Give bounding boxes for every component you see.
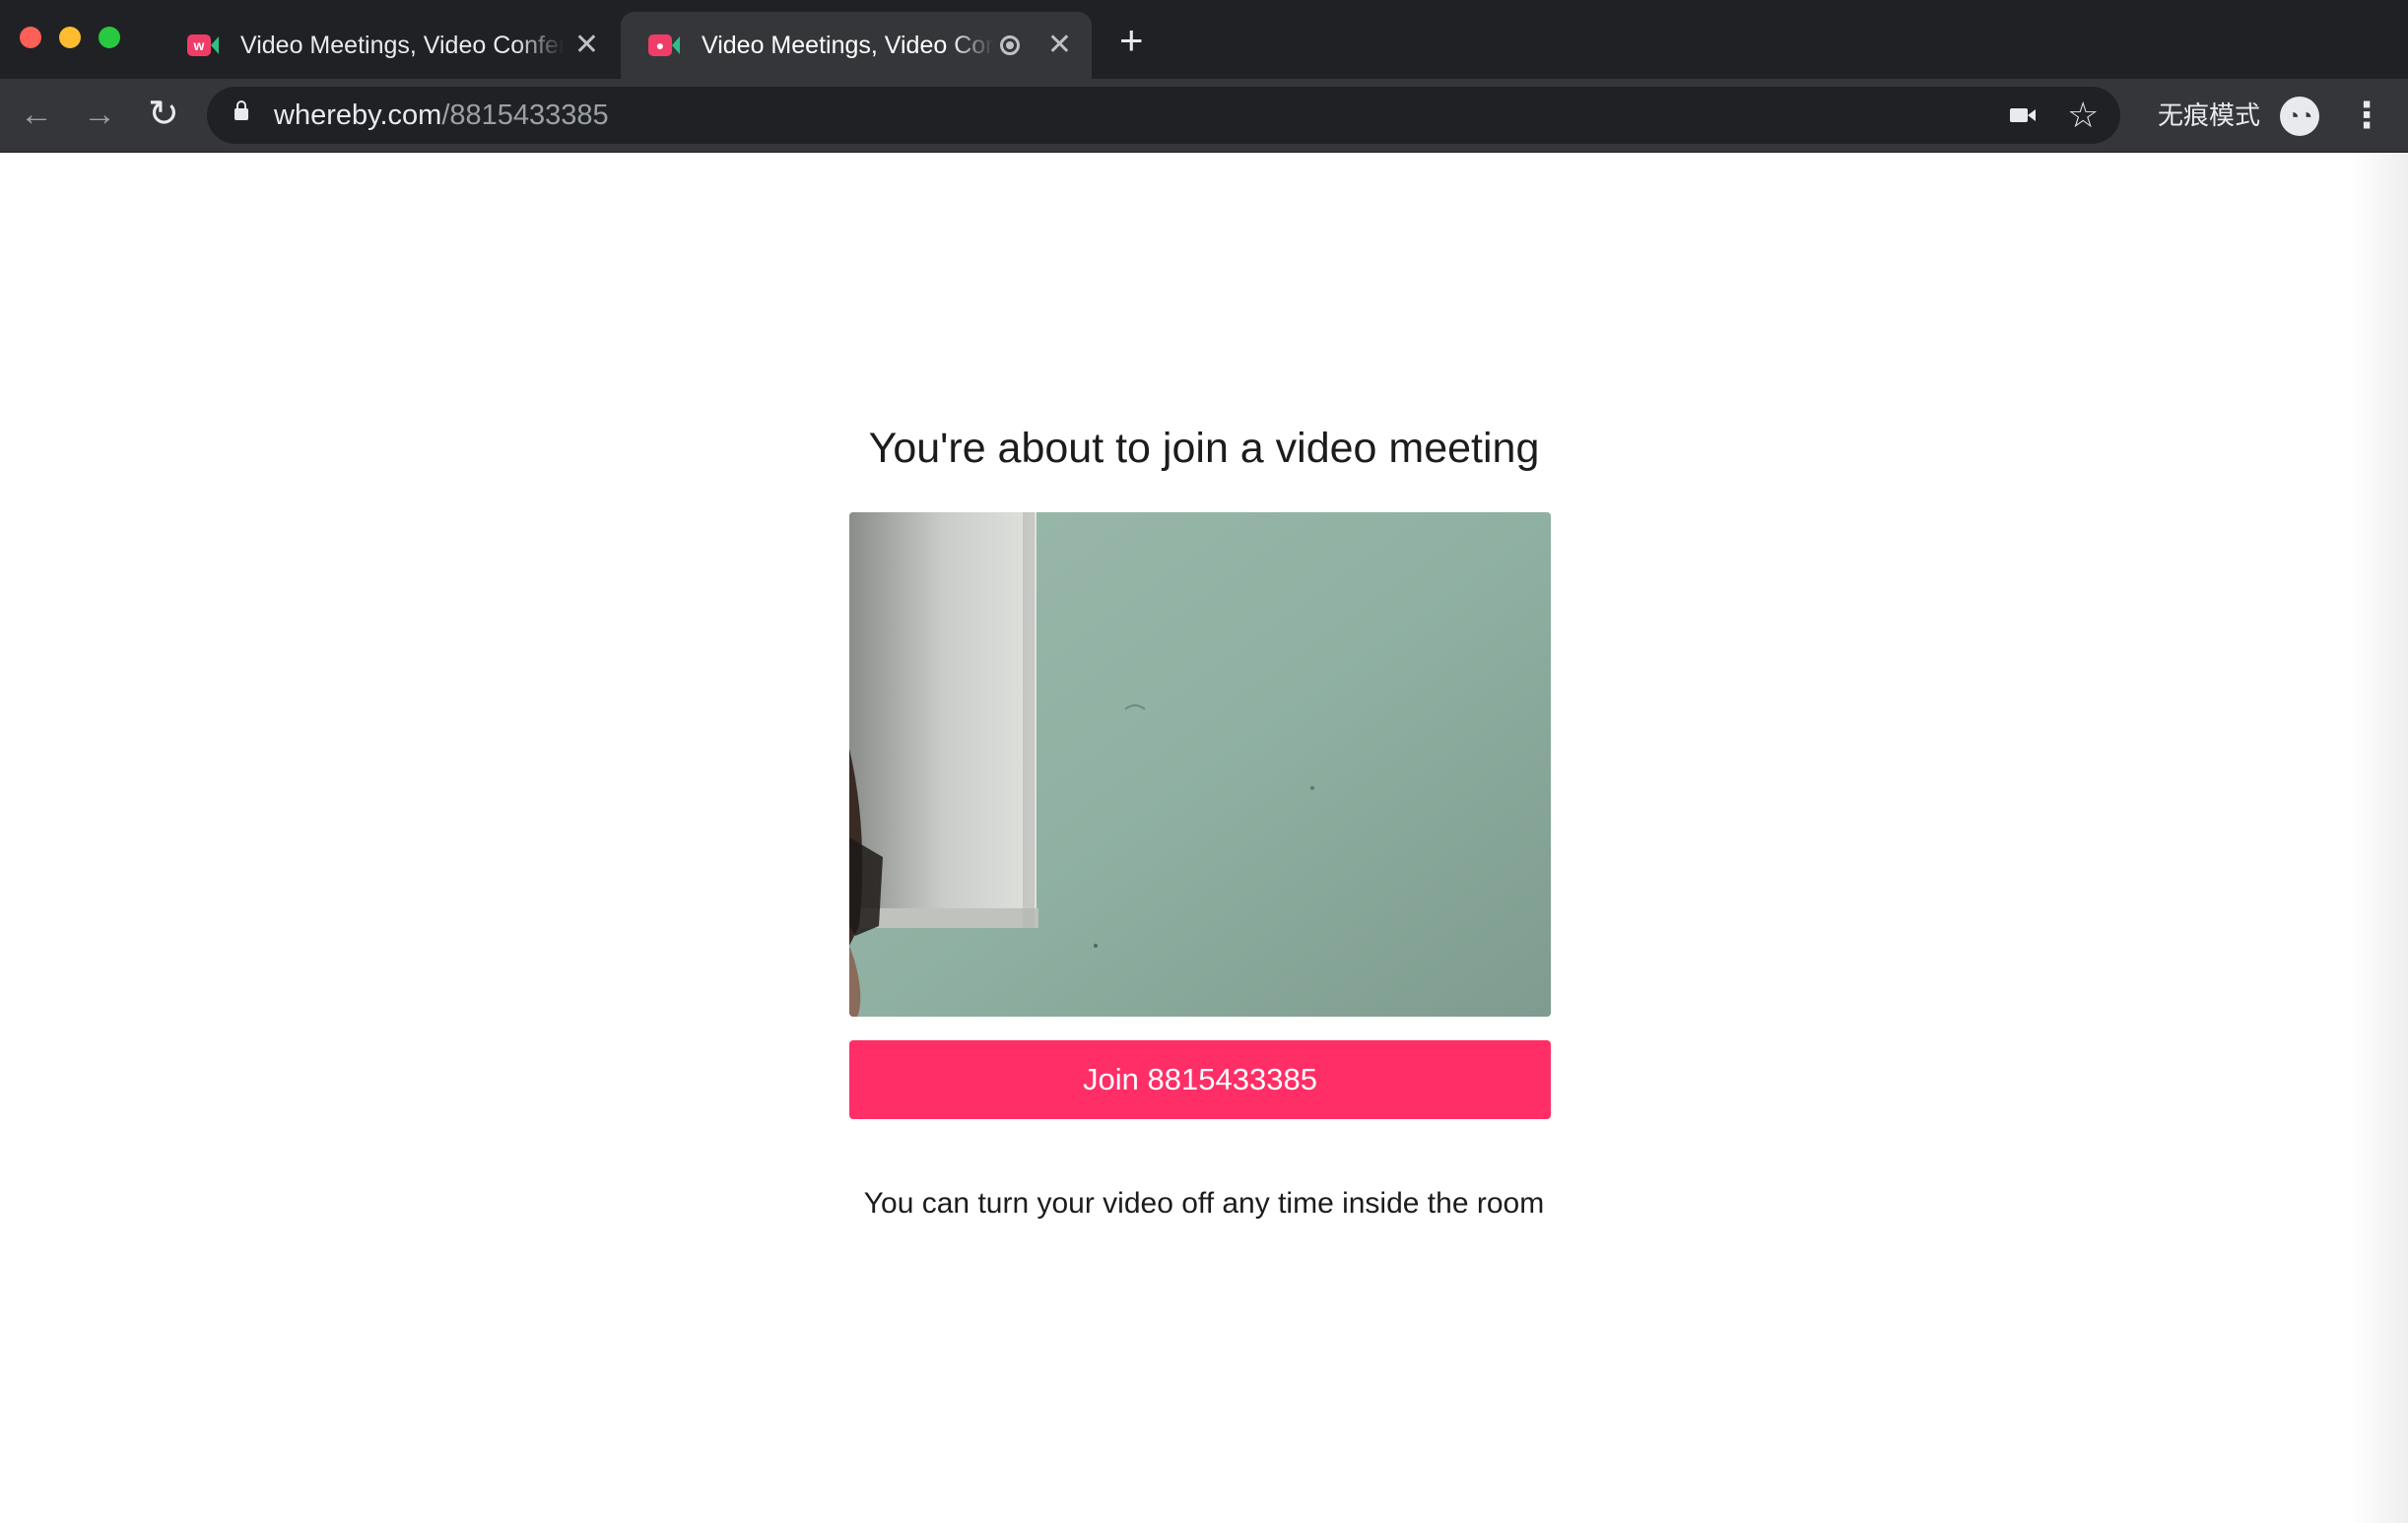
incognito-icon[interactable]: ◔◔: [2280, 97, 2319, 136]
page-title: You're about to join a video meeting: [868, 425, 1540, 472]
window-close-button[interactable]: [20, 27, 41, 48]
more-menu-icon[interactable]: ⋮: [2349, 93, 2384, 138]
camera-preview-image: [849, 512, 1551, 1017]
url-host: whereby.com: [274, 99, 442, 131]
url-path: /8815433385: [441, 99, 609, 131]
whereby-icon: ●: [648, 31, 680, 60]
recording-indicator-icon: [999, 35, 1020, 55]
close-icon[interactable]: ✕: [1047, 31, 1072, 60]
video-off-hint: You can turn your video off any time ins…: [863, 1187, 1545, 1220]
incognito-label[interactable]: 无痕模式: [2158, 99, 2260, 132]
browser-toolbar: ← → ↻ whereby.com/8815433385 ☆ 无痕模式 ◔◔ ⋮: [0, 79, 2408, 153]
close-icon[interactable]: ✕: [574, 31, 599, 60]
browser-tab-1[interactable]: w Video Meetings, Video Conferencing ✕: [160, 12, 619, 79]
window-minimize-button[interactable]: [59, 27, 81, 48]
browser-tabstrip: w Video Meetings, Video Conferencing ✕ ●…: [0, 0, 2408, 79]
reload-icon[interactable]: ↻: [148, 93, 179, 136]
new-tab-button[interactable]: +: [1119, 20, 1144, 61]
tab-title: Video Meetings, Video Conferencing: [702, 31, 994, 59]
back-arrow-icon[interactable]: ←: [20, 93, 53, 136]
camera-preview: [849, 512, 1551, 1017]
tab-title: Video Meetings, Video Conferencing: [240, 31, 565, 59]
camera-icon[interactable]: [2010, 108, 2036, 122]
lock-icon[interactable]: [234, 100, 248, 120]
star-icon[interactable]: ☆: [2067, 93, 2099, 138]
forward-arrow-icon[interactable]: →: [83, 93, 116, 136]
browser-tab-2-active[interactable]: ● Video Meetings, Video Conferencing ✕: [621, 12, 1092, 79]
window-zoom-button[interactable]: [99, 27, 120, 48]
address-bar[interactable]: whereby.com/8815433385 ☆: [207, 87, 2120, 144]
url-text[interactable]: whereby.com/8815433385: [274, 99, 609, 132]
whereby-icon: w: [187, 31, 219, 60]
page-edge-shadow: [2349, 153, 2408, 1523]
join-meeting-button[interactable]: Join 8815433385: [849, 1040, 1551, 1119]
